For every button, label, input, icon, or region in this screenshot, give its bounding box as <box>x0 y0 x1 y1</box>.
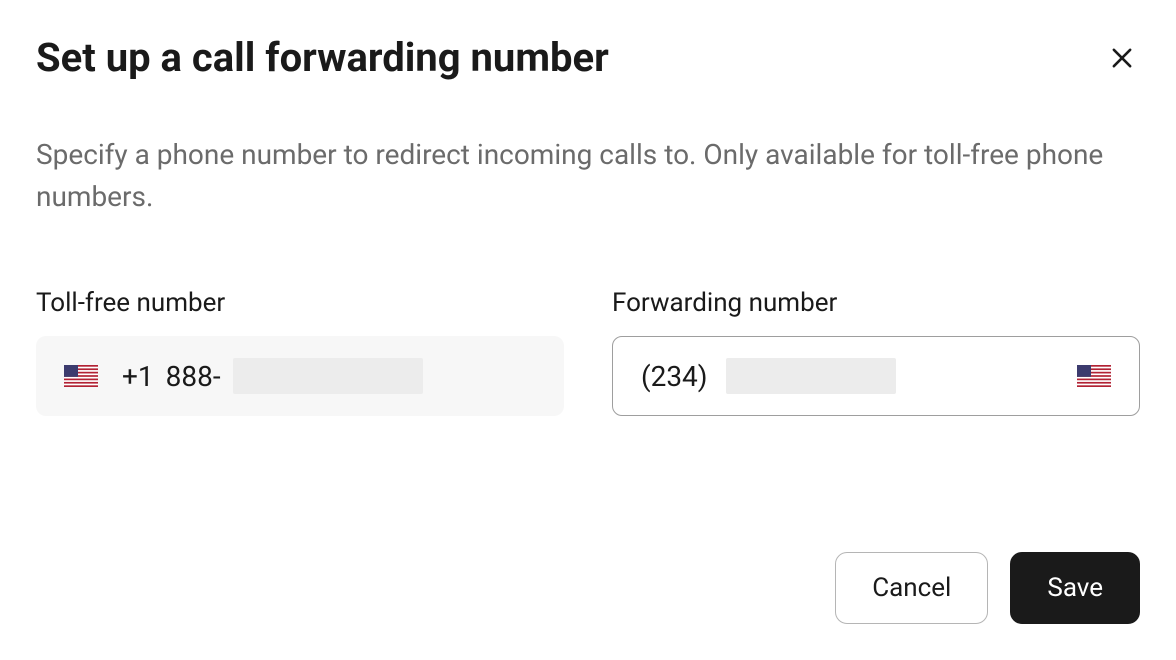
forwarding-prefix: (234) <box>641 360 708 393</box>
close-icon <box>1108 44 1136 72</box>
forwarding-label: Forwarding number <box>612 288 1140 318</box>
forwarding-redacted <box>726 358 896 394</box>
tollfree-display: +1 888- <box>36 336 564 416</box>
save-button[interactable]: Save <box>1010 552 1140 624</box>
close-button[interactable] <box>1104 40 1140 76</box>
forwarding-input[interactable]: (234) <box>612 336 1140 416</box>
dialog-description: Specify a phone number to redirect incom… <box>36 134 1136 218</box>
tollfree-redacted <box>233 358 423 394</box>
cancel-button[interactable]: Cancel <box>835 552 988 624</box>
forwarding-field: Forwarding number (234) <box>612 288 1140 416</box>
tollfree-number: +1 888- <box>122 358 423 394</box>
tollfree-field: Toll-free number +1 888- <box>36 288 564 416</box>
us-flag-icon <box>64 365 98 387</box>
us-flag-icon[interactable] <box>1077 365 1111 387</box>
tollfree-area-code: 888- <box>166 360 221 393</box>
dialog-title: Set up a call forwarding number <box>36 36 609 80</box>
tollfree-label: Toll-free number <box>36 288 564 318</box>
tollfree-country-code: +1 <box>122 360 154 393</box>
